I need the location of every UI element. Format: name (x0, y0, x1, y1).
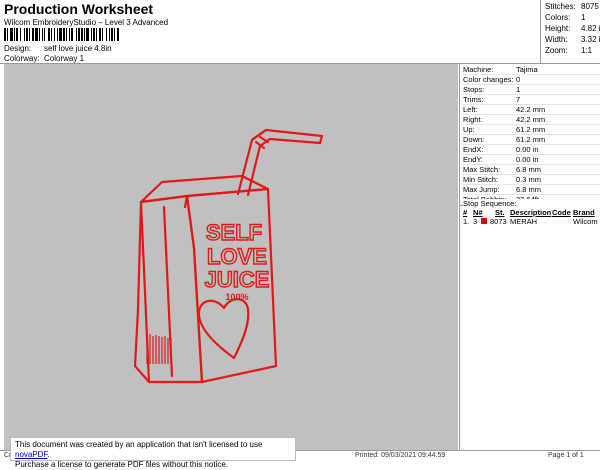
art-percent: 100% (225, 292, 248, 302)
barcode-bar (71, 28, 73, 41)
barcode-bar (42, 28, 43, 41)
col-brand: Brand (573, 208, 595, 217)
design-value: self love juice 4.8in (44, 44, 112, 53)
row-description: MERAH (510, 217, 538, 226)
barcode-bar (96, 28, 97, 41)
prop-endy: EndY: 0.00 in (463, 155, 600, 165)
barcode-bar (111, 28, 113, 41)
barcode-bar (102, 28, 103, 41)
prop-trims: Trims: 7 (463, 95, 600, 105)
prop-left: Left: 42.2 mm (463, 105, 600, 115)
barcode-bar (4, 28, 6, 41)
barcode-bar (24, 28, 25, 41)
barcode-bar (76, 28, 77, 41)
row-num: 1. (463, 217, 470, 226)
barcode-bar (44, 28, 45, 41)
box-barcode (146, 334, 172, 364)
novapdf-link[interactable]: novaPDF (15, 450, 47, 459)
barcode-bar (35, 28, 38, 41)
barcode-bar (16, 28, 18, 41)
barcode-bar (51, 28, 52, 41)
printed-date: Printed: 09/03/2021 09:44:59 (355, 452, 446, 459)
col-description: Description (510, 208, 552, 217)
barcode-bar (10, 28, 13, 41)
prop-color-changes: Color changes: 0 (463, 75, 600, 85)
barcode-bar (117, 28, 119, 41)
barcode-bar (54, 28, 55, 41)
stats-box: Stitches:8075 Colors:1 Height:4.82 in Wi… (540, 0, 600, 64)
notice-line-2: Purchase a license to generate PDF files… (15, 460, 228, 469)
juice-box-artwork: SELF LOVE JUICE 100% (133, 128, 324, 384)
properties-panel: Machine: Tajima Color changes: 0 Stops: 1 T… (459, 64, 600, 450)
barcode-bar (93, 28, 95, 41)
heart-shape (197, 298, 250, 360)
notice-line-1: This document was created by an applicat… (15, 440, 263, 459)
design-canvas: SELF LOVE JUICE 100% (4, 64, 458, 450)
barcode-bar (59, 28, 62, 41)
barcode-bar (7, 28, 8, 41)
prop-machine: Machine: Tajima (463, 65, 600, 75)
barcode-bar (39, 28, 40, 41)
barcode-bar (84, 28, 85, 41)
prop-up: Up: 61.2 mm (463, 125, 600, 135)
barcode-bar (99, 28, 101, 41)
col-num: # (463, 208, 468, 217)
barcode-bar (109, 28, 110, 41)
row-brand: Wilcom (573, 217, 598, 226)
barcode-bar (29, 28, 30, 41)
art-line-juice: JUICE (205, 267, 270, 292)
barcode-bar (81, 28, 83, 41)
prop-down: Down: 61.2 mm (463, 135, 600, 145)
col-st: St. (495, 208, 505, 217)
prop-min-stitch: Min Stitch: 0.3 mm (463, 175, 600, 185)
barcode-bar (20, 28, 21, 41)
license-notice: This document was created by an applicat… (10, 437, 296, 469)
stat-colors: Colors: 1 (545, 13, 586, 22)
design-row: Design: self love juice 4.8in (4, 44, 204, 54)
prop-max-stitch: Max Stitch: 6.8 mm (463, 165, 600, 175)
design-label: Design: (4, 44, 32, 53)
art-line-love: LOVE (207, 244, 267, 269)
barcode-bar (114, 28, 115, 41)
color-swatch (481, 218, 487, 224)
straw (236, 128, 324, 197)
barcode-bar (78, 28, 80, 41)
barcode-bar (106, 28, 107, 41)
barcode-bar (14, 28, 15, 41)
barcode (4, 28, 119, 41)
row-n: 3 (473, 217, 478, 226)
barcode-bar (86, 28, 89, 41)
prop-right: Right: 42.2 mm (463, 115, 600, 125)
stop-sequence-label: Stop Sequence: (463, 199, 600, 208)
barcode-bar (63, 28, 65, 41)
barcode-bar (32, 28, 34, 41)
barcode-bar (48, 28, 50, 41)
art-line-self: SELF (206, 220, 262, 245)
barcode-bar (91, 28, 92, 41)
barcode-bar (69, 28, 70, 41)
colorway-label: Colorway: (4, 54, 40, 63)
row-st: 8073 (490, 217, 507, 226)
stat-height: Height:4.82 in (545, 24, 600, 33)
page-title: Production Worksheet (4, 1, 154, 17)
stat-zoom: Zoom: 1:1 (545, 46, 593, 55)
barcode-bar (66, 28, 67, 41)
barcode-bar (57, 28, 58, 41)
barcode-bar (26, 28, 28, 41)
page-number: Page 1 of 1 (548, 452, 584, 459)
stat-width: Width:3.32 in (545, 35, 600, 44)
prop-max-jump: Max Jump: 6.8 mm (463, 185, 600, 195)
stat-stitches: Stitches: 8075 (545, 2, 599, 11)
col-n: N# (473, 208, 483, 217)
prop-stops: Stops: 1 (463, 85, 600, 95)
prop-endx: EndX: 0.00 in (463, 145, 600, 155)
software-subtitle: Wilcom EmbroideryStudio – Level 3 Advanc… (4, 18, 169, 27)
colorway-value: Colorway 1 (44, 54, 85, 63)
col-code: Code (552, 208, 571, 217)
